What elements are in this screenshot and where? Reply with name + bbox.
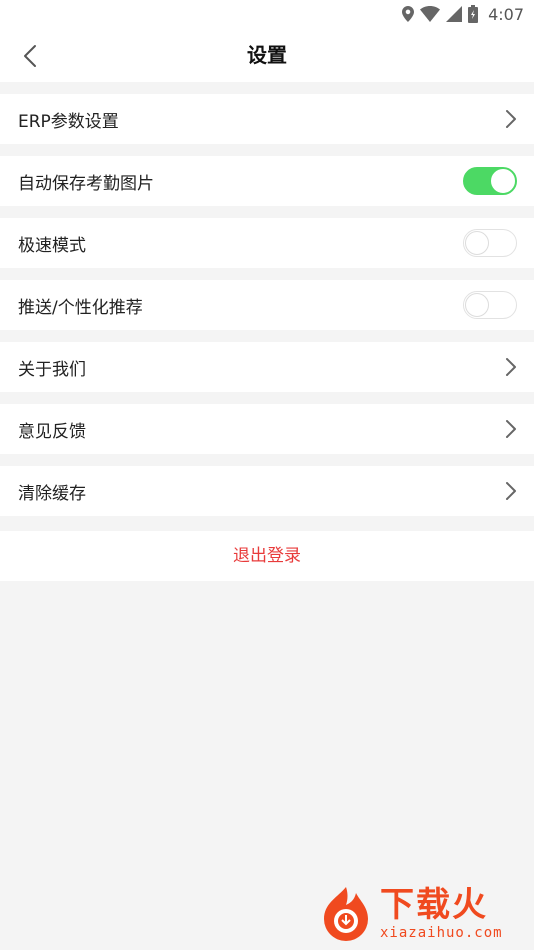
setting-label: 自动保存考勤图片 — [18, 173, 154, 194]
location-icon — [402, 6, 415, 22]
setting-label: 推送/个性化推荐 — [18, 297, 143, 318]
logout-button[interactable]: 退出登录 — [0, 531, 534, 581]
chevron-right-icon — [506, 420, 516, 438]
settings-list: ERP参数设置 自动保存考勤图片 极速模式 推送/个性化推荐 关于我们 意见反馈 — [0, 94, 534, 528]
setting-about-us[interactable]: 关于我们 — [0, 342, 534, 392]
app-header: 设置 — [0, 28, 534, 82]
setting-label: 清除缓存 — [18, 483, 86, 504]
page-title: 设置 — [247, 43, 287, 67]
back-button[interactable] — [10, 36, 50, 76]
watermark-text: 下载火 xiazaihuo.com — [380, 885, 503, 941]
setting-feedback[interactable]: 意见反馈 — [0, 404, 534, 454]
setting-label: ERP参数设置 — [18, 111, 119, 132]
setting-push-personalized: 推送/个性化推荐 — [0, 280, 534, 330]
battery-charging-icon — [468, 5, 479, 23]
watermark-domain: xiazaihuo.com — [380, 925, 503, 941]
setting-label: 极速模式 — [18, 235, 86, 256]
toggle-knob — [465, 231, 489, 255]
status-time: 4:07 — [488, 4, 524, 24]
status-bar: 4:07 — [0, 0, 534, 28]
setting-speed-mode: 极速模式 — [0, 218, 534, 268]
setting-erp-params[interactable]: ERP参数设置 — [0, 94, 534, 144]
chevron-right-icon — [506, 110, 516, 128]
speed-mode-toggle[interactable] — [463, 229, 517, 257]
toggle-knob — [465, 293, 489, 317]
wifi-icon — [420, 6, 441, 22]
watermark: 下载火 xiazaihuo.com — [316, 880, 532, 946]
setting-auto-save-attendance-photo: 自动保存考勤图片 — [0, 156, 534, 206]
watermark-brand: 下载火 — [380, 885, 488, 925]
setting-clear-cache[interactable]: 清除缓存 — [0, 466, 534, 516]
signal-icon — [446, 6, 463, 22]
chevron-left-icon — [24, 45, 36, 67]
auto-save-toggle[interactable] — [463, 167, 517, 195]
setting-label: 意见反馈 — [18, 421, 86, 442]
chevron-right-icon — [506, 482, 516, 500]
setting-label: 关于我们 — [18, 359, 86, 380]
push-toggle[interactable] — [463, 291, 517, 319]
toggle-knob — [491, 169, 515, 193]
chevron-right-icon — [506, 358, 516, 376]
flame-logo-icon — [324, 887, 368, 941]
